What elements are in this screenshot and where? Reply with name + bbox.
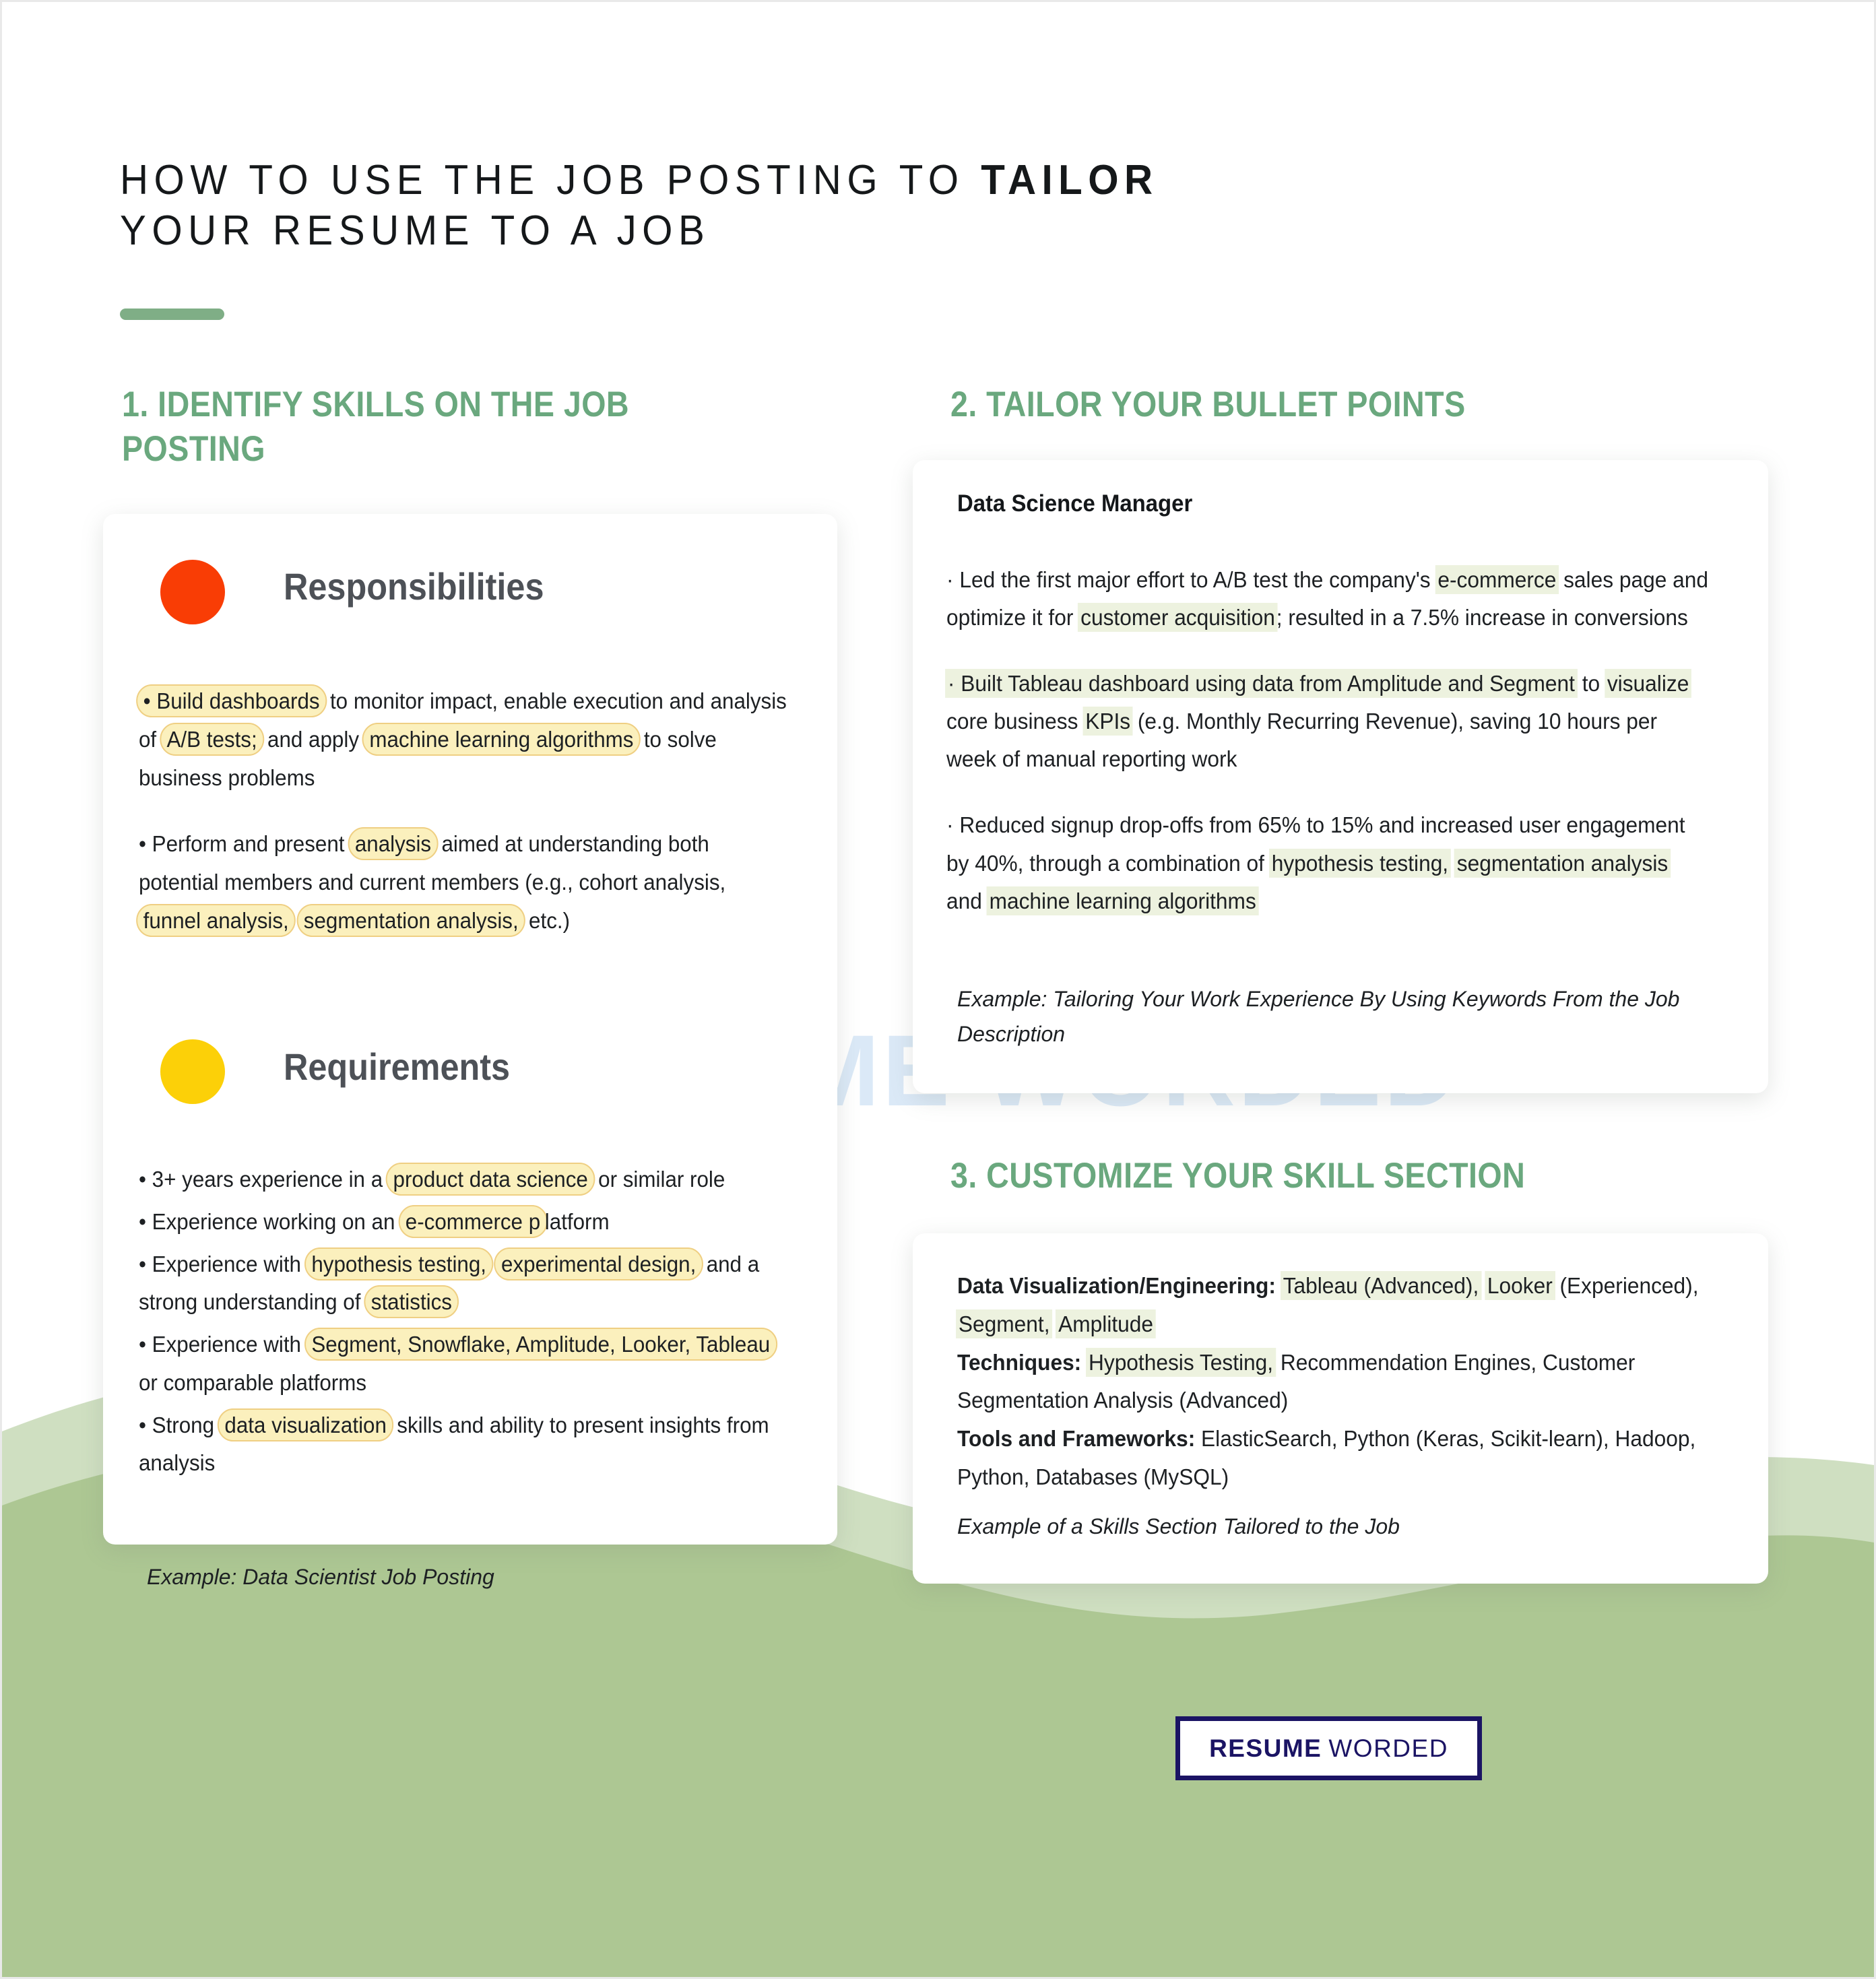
logo-text-regular: WORDED [1328,1734,1448,1762]
page-title-emphasis: TAILOR [981,156,1159,203]
title-accent-bar [120,309,224,320]
highlight-platform-tools: Segment, Snowflake, Amplitude, Looker, T… [304,1328,777,1361]
highlight-hypothesis-testing: hypothesis testing, [304,1247,494,1280]
requirement-item: • Experience with Segment, Snowflake, Am… [139,1326,798,1402]
requirements-heading: Requirements [284,1045,511,1088]
requirements-dot-icon [160,1039,225,1104]
highlight-ab-tests: A/B tests; [160,722,265,756]
requirement-item: • Strong data visualization skills and a… [139,1406,798,1483]
highlight-amplitude: Amplitude [1056,1309,1156,1338]
tailored-bullet: · Led the first major effort to A/B test… [946,561,1710,637]
responsibilities-dot-icon [160,560,225,624]
responsibilities-heading: Responsibilities [284,565,544,608]
skill-row-label: Data Visualization/Engineering: [957,1273,1276,1298]
highlight-ecommerce: e-commerce [1435,565,1559,594]
highlight-machine-learning-algorithms: machine learning algorithms [362,722,641,756]
tailored-bullet: · Built Tableau dashboard using data fro… [945,665,1710,778]
tailored-bullets-caption: Example: Tailoring Your Work Experience … [957,987,1680,1046]
job-posting-caption: Example: Data Scientist Job Posting [147,1565,494,1589]
highlight-data-visualization: data visualization [217,1408,394,1441]
responsibility-item: • Perform and present analysis aimed at … [136,825,791,940]
skill-row: Techniques: Hypothesis Testing, Recommen… [957,1344,1720,1421]
highlight-hypothesis-testing-3: Hypothesis Testing, [1086,1347,1276,1377]
highlight-funnel-analysis: funnel analysis, [136,903,296,937]
tailored-bullet-list: · Led the first major effort to A/B test… [945,561,1710,948]
tailored-bullet: · Reduced signup drop-offs from 65% to 1… [946,806,1710,919]
section-heading-1: 1. IDENTIFY SKILLS ON THE JOB POSTING [122,385,630,469]
skill-row-label: Tools and Frameworks: [957,1426,1196,1451]
section-heading-3: 3. CUSTOMIZE YOUR SKILL SECTION [950,1156,1526,1196]
section-heading-2: 2. TAILOR YOUR BULLET POINTS [950,385,1466,424]
skill-row: Data Visualization/Engineering: Tableau … [956,1267,1720,1344]
logo-text: RESUME WORDED [1209,1734,1448,1763]
highlight-product-data-science: product data science [386,1163,595,1196]
resume-worded-logo-badge[interactable]: RESUME WORDED [1175,1716,1482,1780]
highlight-segment: Segment, [956,1309,1053,1338]
highlight-segmentation-analysis: segmentation analysis, [296,903,526,937]
highlight-machine-learning-algorithms-2: machine learning algorithms [986,886,1259,915]
highlight-hypothesis-testing-2: hypothesis testing, [1268,848,1451,878]
requirement-item: • Experience with hypothesis testing, ex… [139,1245,798,1322]
logo-text-bold: RESUME [1209,1734,1322,1762]
page-title: HOW TO USE THE JOB POSTING TO TAILOR YOU… [120,155,1159,257]
responsibility-item: • Build dashboards to monitor impact, en… [136,682,791,797]
highlight-experimental-design: experimental design, [494,1247,703,1280]
skills-list: Data Visualization/Engineering: Tableau … [956,1267,1720,1497]
infographic-page: RESUME WORDED HOW TO USE THE JOB POSTING… [0,0,1876,1979]
highlight-customer-acquisition: customer acquisition [1078,603,1278,632]
resume-job-title: Data Science Manager [957,490,1193,517]
highlight-build-dashboards: • Build dashboards [136,684,327,717]
highlight-visualize: visualize [1604,669,1692,699]
highlight-statistics: statistics [364,1285,459,1319]
responsibilities-list: • Build dashboards to monitor impact, en… [136,682,791,969]
requirements-list: • 3+ years experience in a product data … [139,1161,798,1487]
highlight-built-tableau-dashboard: · Built Tableau dashboard using data fro… [945,669,1578,699]
page-title-line1-prefix: HOW TO USE THE JOB POSTING TO [120,156,981,203]
page-title-line2: YOUR RESUME TO A JOB [120,207,711,255]
highlight-segmentation-analysis-2: segmentation analysis [1454,848,1671,878]
highlight-ecommerce-platform: e-commerce p [398,1204,548,1238]
highlight-analysis: analysis [348,827,439,861]
highlight-kpis: KPIs [1082,707,1133,736]
requirement-item: • Experience working on an e-commerce pl… [139,1203,798,1241]
requirement-item: • 3+ years experience in a product data … [139,1161,798,1199]
highlight-tableau-advanced: Tableau (Advanced), [1280,1271,1482,1300]
skill-row-label: Techniques: [957,1349,1082,1375]
skill-row: Tools and Frameworks: ElasticSearch, Pyt… [957,1420,1720,1497]
skills-caption: Example of a Skills Section Tailored to … [957,1514,1400,1538]
highlight-looker: Looker [1485,1271,1555,1300]
